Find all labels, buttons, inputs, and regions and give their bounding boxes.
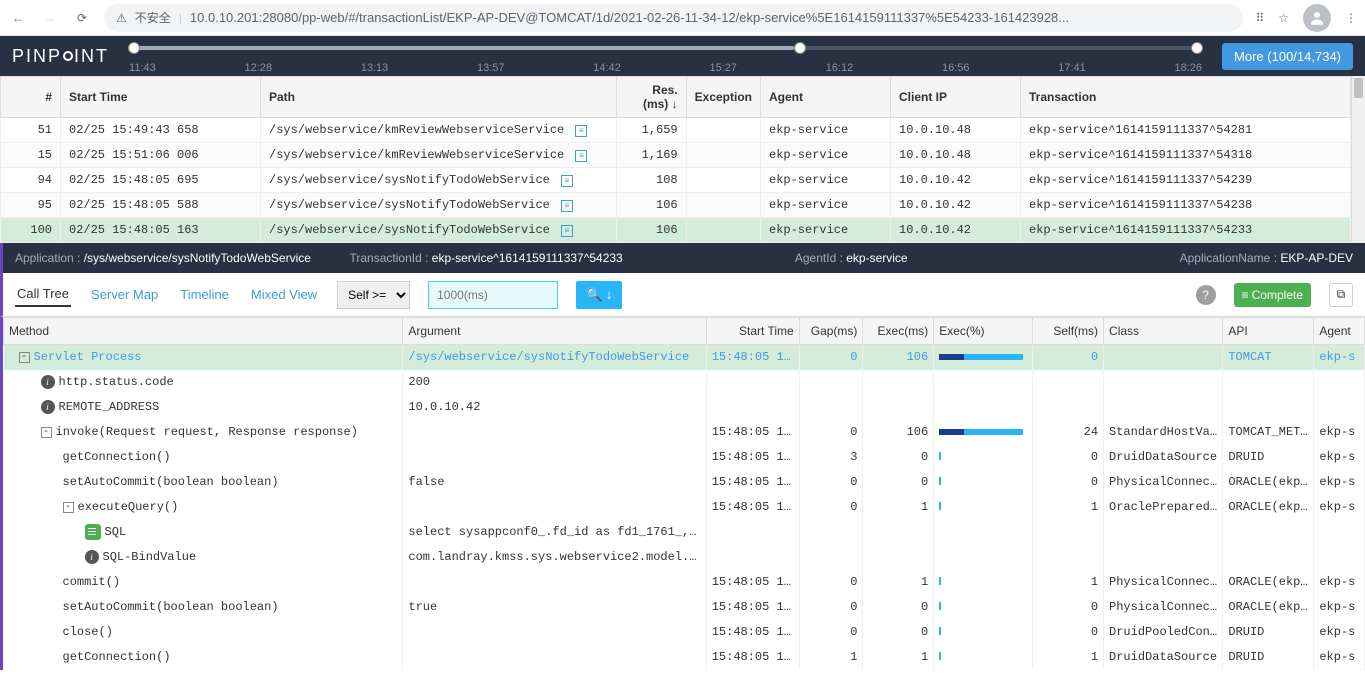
tab-servermap[interactable]: Server Map bbox=[89, 283, 160, 306]
timeline[interactable]: 11:43 12:28 13:13 13:57 14:42 15:27 16:12 16:56… bbox=[129, 38, 1202, 74]
tab-timeline[interactable]: Timeline bbox=[178, 283, 231, 306]
translate-icon[interactable]: ⠿ bbox=[1255, 11, 1264, 25]
more-button[interactable]: More (100/14,734) bbox=[1222, 43, 1353, 70]
calltree-row[interactable]: getConnection()15:48:05 169111DruidDataS… bbox=[4, 645, 1365, 670]
ct-col-gap[interactable]: Gap(ms) bbox=[799, 318, 863, 345]
open-external-button[interactable]: ⧉ bbox=[1329, 283, 1353, 307]
ct-col-start[interactable]: Start Time bbox=[706, 318, 799, 345]
detail-bar: Application : /sys/webservice/sysNotifyT… bbox=[0, 243, 1365, 273]
timeline-knob-end[interactable] bbox=[1191, 42, 1203, 54]
ct-col-class[interactable]: Class bbox=[1104, 318, 1223, 345]
col-path[interactable]: Path bbox=[261, 77, 617, 118]
timeline-tick: 16:12 bbox=[826, 62, 854, 74]
calltree-row[interactable]: -Servlet Process/sys/webservice/sysNotif… bbox=[4, 345, 1365, 370]
forward-button[interactable]: → bbox=[40, 8, 60, 28]
calltree-row[interactable]: SQLselect sysappconf0_.fd_id as fd1_1761… bbox=[4, 520, 1365, 545]
col-start[interactable]: Start Time bbox=[61, 77, 261, 118]
calltree-row[interactable]: commit()15:48:05 167011PhysicalConnect…O… bbox=[4, 570, 1365, 595]
filter-go-button[interactable]: 🔍↓ bbox=[576, 281, 622, 309]
insecure-label: 不安全 bbox=[135, 9, 171, 26]
calltree-row[interactable]: ihttp.status.code200 bbox=[4, 370, 1365, 395]
tree-toggle-icon[interactable]: - bbox=[19, 352, 30, 363]
ct-col-self[interactable]: Self(ms) bbox=[1033, 318, 1104, 345]
transaction-row[interactable]: 9402/25 15:48:05 695/sys/webservice/sysN… bbox=[1, 168, 1351, 193]
bookmark-icon[interactable]: ☆ bbox=[1278, 11, 1289, 25]
help-icon[interactable]: ? bbox=[1196, 285, 1216, 305]
ct-col-argument[interactable]: Argument bbox=[403, 318, 706, 345]
transaction-row[interactable]: 10002/25 15:48:05 163/sys/webservice/sys… bbox=[1, 218, 1351, 243]
reload-button[interactable]: ⟳ bbox=[72, 8, 92, 28]
col-num[interactable]: # bbox=[1, 77, 61, 118]
info-icon: i bbox=[85, 550, 99, 564]
menu-icon[interactable]: ⋮ bbox=[1345, 11, 1357, 25]
info-icon: i bbox=[41, 400, 55, 414]
col-transaction[interactable]: Transaction bbox=[1021, 77, 1351, 118]
ct-col-api[interactable]: API bbox=[1223, 318, 1314, 345]
list-icon: ≡ bbox=[1242, 288, 1249, 302]
timeline-tick: 13:57 bbox=[477, 62, 505, 74]
calltree-row[interactable]: iREMOTE_ADDRESS10.0.10.42 bbox=[4, 395, 1365, 420]
timeline-tick: 14:42 bbox=[593, 62, 621, 74]
tab-mixedview[interactable]: Mixed View bbox=[249, 283, 319, 306]
timeline-tick: 11:43 bbox=[129, 62, 156, 74]
calltree-row[interactable]: -executeQuery()15:48:05 166011OraclePrep… bbox=[4, 495, 1365, 520]
calltree-table: Method Argument Start Time Gap(ms) Exec(… bbox=[3, 317, 1365, 670]
transaction-row[interactable]: 9502/25 15:48:05 588/sys/webservice/sysN… bbox=[1, 193, 1351, 218]
calltree-row[interactable]: -invoke(Request request, Response respon… bbox=[4, 420, 1365, 445]
detail-icon[interactable]: ≡ bbox=[561, 200, 573, 212]
transaction-row[interactable]: 1502/25 15:51:06 006/sys/webservice/kmRe… bbox=[1, 143, 1351, 168]
detail-icon[interactable]: ≡ bbox=[561, 175, 573, 187]
tree-toggle-icon[interactable]: - bbox=[63, 502, 74, 513]
tree-toggle-icon[interactable]: - bbox=[41, 427, 52, 438]
calltree-row[interactable]: setAutoCommit(boolean boolean)false15:48… bbox=[4, 470, 1365, 495]
tab-calltree[interactable]: Call Tree bbox=[15, 282, 71, 307]
calltree-row[interactable]: close()15:48:05 168000DruidPooledConn…DR… bbox=[4, 620, 1365, 645]
url-text: 10.0.10.201:28080/pp-web/#/transactionLi… bbox=[190, 10, 1069, 25]
detail-icon[interactable]: ≡ bbox=[575, 125, 587, 137]
calltree-row[interactable]: setAutoCommit(boolean boolean)true15:48:… bbox=[4, 595, 1365, 620]
timeline-knob-start[interactable] bbox=[128, 42, 140, 54]
app-header: PINPINT 11:43 12:28 13:13 13:57 14:42 15:27 16… bbox=[0, 36, 1365, 76]
info-icon: i bbox=[41, 375, 55, 389]
calltree-container: Method Argument Start Time Gap(ms) Exec(… bbox=[0, 317, 1365, 670]
timeline-tick: 18:26 bbox=[1174, 62, 1202, 74]
ct-col-method[interactable]: Method bbox=[4, 318, 403, 345]
timeline-tick: 17:41 bbox=[1058, 62, 1086, 74]
arrow-down-icon: ↓ bbox=[606, 287, 613, 302]
profile-avatar[interactable] bbox=[1303, 4, 1331, 32]
calltree-row[interactable]: iSQL-BindValuecom.landray.kmss.sys.webse… bbox=[4, 545, 1365, 570]
timeline-knob-mid[interactable] bbox=[794, 42, 806, 54]
col-agent[interactable]: Agent bbox=[761, 77, 891, 118]
timeline-tick: 13:13 bbox=[361, 62, 389, 74]
self-filter-input[interactable] bbox=[428, 281, 558, 309]
transaction-row[interactable]: 5102/25 15:49:43 658/sys/webservice/kmRe… bbox=[1, 118, 1351, 143]
detail-icon[interactable]: ≡ bbox=[575, 150, 587, 162]
timeline-tick: 16:56 bbox=[942, 62, 970, 74]
ct-col-exec[interactable]: Exec(ms) bbox=[863, 318, 934, 345]
warning-icon: ⚠ bbox=[116, 11, 127, 25]
complete-button[interactable]: ≡Complete bbox=[1234, 283, 1311, 307]
pinpoint-logo[interactable]: PINPINT bbox=[12, 46, 109, 67]
calltree-row[interactable]: getConnection()15:48:05 166300DruidDataS… bbox=[4, 445, 1365, 470]
tabs-row: Call Tree Server Map Timeline Mixed View… bbox=[0, 273, 1365, 317]
tx-scrollbar[interactable] bbox=[1351, 76, 1365, 243]
col-exception[interactable]: Exception bbox=[686, 77, 760, 118]
timeline-tick: 15:27 bbox=[709, 62, 737, 74]
col-res[interactable]: Res. (ms) ↓ bbox=[616, 77, 686, 118]
timeline-tick: 12:28 bbox=[244, 62, 272, 74]
search-icon: 🔍 bbox=[586, 287, 603, 303]
back-button[interactable]: ← bbox=[8, 8, 28, 28]
ct-col-agent[interactable]: Agent bbox=[1314, 318, 1365, 345]
detail-icon[interactable]: ≡ bbox=[561, 225, 573, 237]
browser-bar: ← → ⟳ ⚠ 不安全 | 10.0.10.201:28080/pp-web/#… bbox=[0, 0, 1365, 36]
transactions-table: # Start Time Path Res. (ms) ↓ Exception … bbox=[0, 76, 1351, 243]
self-filter-select[interactable]: Self >= bbox=[337, 281, 410, 309]
url-bar[interactable]: ⚠ 不安全 | 10.0.10.201:28080/pp-web/#/trans… bbox=[104, 4, 1243, 32]
col-ip[interactable]: Client IP bbox=[891, 77, 1021, 118]
sql-icon bbox=[85, 524, 101, 540]
ct-col-execp[interactable]: Exec(%) bbox=[934, 318, 1033, 345]
